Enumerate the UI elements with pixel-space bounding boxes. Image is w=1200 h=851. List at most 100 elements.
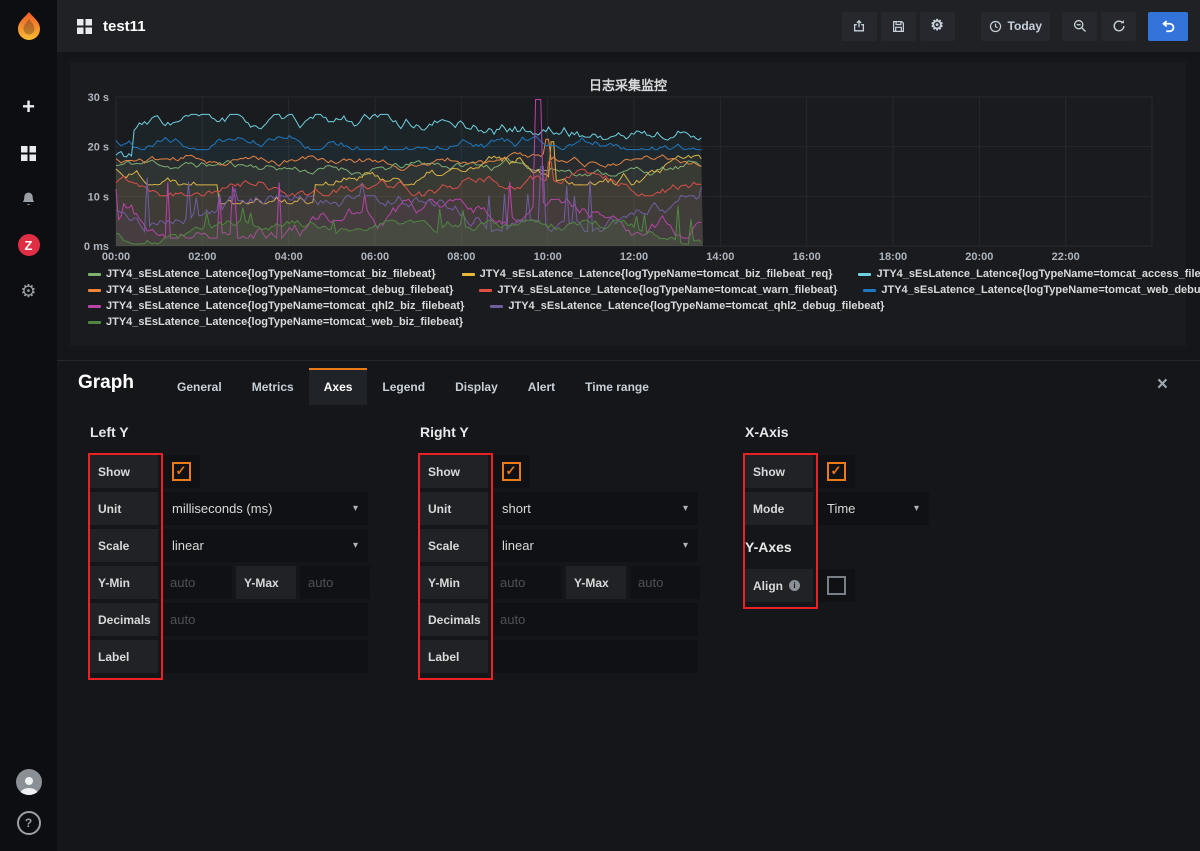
left-y-scale-select[interactable]: linear ▾ (162, 529, 368, 562)
right-y-scale-select[interactable]: linear ▾ (492, 529, 698, 562)
y-axes-align-checkbox[interactable] (817, 569, 855, 602)
time-range-label: Today (1007, 19, 1042, 33)
legend-label: JTY4_sEsLatence_Latence{logTypeName=tomc… (508, 300, 885, 312)
x-tick-label: 08:00 (447, 251, 475, 263)
left-y-decimals-label: Decimals (90, 603, 158, 636)
legend-item[interactable]: JTY4_sEsLatence_Latence{logTypeName=tomc… (88, 316, 463, 328)
checkbox-checked-icon: ✓ (171, 462, 191, 481)
back-arrow-icon (1162, 20, 1175, 33)
zabbix-app-icon[interactable]: Z (17, 234, 40, 256)
right-y-label-input[interactable] (492, 640, 698, 673)
legend-item[interactable]: JTY4_sEsLatence_Latence{logTypeName=tomc… (490, 300, 884, 312)
save-button[interactable] (880, 11, 916, 41)
settings-button[interactable]: ⚙ (919, 11, 955, 41)
refresh-button[interactable] (1101, 11, 1136, 41)
chevron-down-icon: ▾ (352, 503, 358, 514)
right-y-heading: Right Y (420, 424, 469, 440)
legend-color-dash (88, 272, 101, 276)
x-tick-label: 06:00 (361, 251, 389, 263)
legend-label: JTY4_sEsLatence_Latence{logTypeName=tomc… (881, 284, 1200, 296)
tab-time-range[interactable]: Time range (570, 368, 664, 405)
time-picker-button[interactable]: Today (980, 11, 1050, 41)
y-tick-label: 10 s (88, 191, 109, 203)
create-plus-icon[interactable]: + (18, 96, 40, 118)
legend-color-dash (461, 272, 475, 276)
tab-alert[interactable]: Alert (513, 368, 570, 405)
left-y-decimals-input[interactable] (162, 603, 368, 636)
legend-label: JTY4_sEsLatence_Latence{logTypeName=tomc… (497, 284, 838, 296)
left-y-label-label: Label (90, 640, 158, 673)
x-axis-mode-select[interactable]: Time ▾ (817, 492, 929, 525)
left-y-label-input[interactable] (162, 640, 368, 673)
top-navbar: test11 ⚙ Today (57, 0, 1200, 52)
tab-display[interactable]: Display (440, 368, 513, 405)
zoom-out-button[interactable] (1062, 11, 1097, 41)
left-y-unit-select[interactable]: milliseconds (ms) ▾ (162, 492, 368, 525)
legend-color-dash (863, 288, 877, 292)
right-y-show-checkbox[interactable]: ✓ (492, 455, 530, 488)
left-y-min-input[interactable] (162, 566, 232, 599)
legend-color-dash (88, 320, 101, 324)
left-y-unit-value: milliseconds (ms) (172, 501, 273, 516)
legend-color-dash (858, 272, 872, 276)
x-axis-show-checkbox[interactable]: ✓ (817, 455, 855, 488)
legend-color-dash (88, 288, 101, 292)
dashboard-title[interactable]: test11 (103, 18, 146, 35)
info-icon[interactable]: i (789, 580, 800, 591)
dashboards-icon[interactable] (18, 142, 40, 164)
timeseries-chart[interactable]: 00:00 02:00 04:00 06:00 08:00 10:00 12:00 14:00… (70, 92, 1182, 264)
legend-label: JTY4_sEsLatence_Latence{logTypeName=tomc… (479, 268, 833, 280)
x-tick-label: 16:00 (793, 251, 821, 263)
legend-item[interactable]: JTY4_sEsLatence_Latence{logTypeName=tomc… (479, 284, 837, 296)
legend-item[interactable]: JTY4_sEsLatence_Latence{logTypeName=tomc… (858, 268, 1200, 280)
close-editor-icon[interactable]: × (1157, 375, 1168, 394)
user-avatar[interactable] (15, 769, 42, 795)
help-icon[interactable]: ? (16, 811, 41, 835)
y-tick-label: 0 ms (84, 241, 109, 253)
legend-label: JTY4_sEsLatence_Latence{logTypeName=tomc… (106, 268, 436, 280)
right-y-unit-label: Unit (420, 492, 488, 525)
back-to-dashboard-button[interactable] (1148, 11, 1188, 41)
alerting-bell-icon[interactable] (18, 188, 40, 210)
legend-item[interactable]: JTY4_sEsLatence_Latence{logTypeName=tomc… (863, 284, 1200, 296)
right-y-max-input[interactable] (630, 566, 700, 599)
left-y-min-label: Y-Min (90, 566, 158, 599)
dashboard-grid-icon[interactable] (77, 18, 92, 34)
grafana-logo[interactable] (0, 0, 57, 52)
tab-metrics[interactable]: Metrics (237, 368, 309, 405)
left-y-show-checkbox[interactable]: ✓ (162, 455, 200, 488)
refresh-icon (1113, 20, 1125, 32)
chevron-down-icon: ▾ (352, 540, 358, 551)
legend-item[interactable]: JTY4_sEsLatence_Latence{logTypeName=tomc… (461, 268, 833, 280)
legend-item[interactable]: JTY4_sEsLatence_Latence{logTypeName=tomc… (88, 284, 453, 296)
legend-item[interactable]: JTY4_sEsLatence_Latence{logTypeName=tomc… (88, 300, 464, 312)
person-icon (19, 777, 38, 795)
legend-label: JTY4_sEsLatence_Latence{logTypeName=tomc… (876, 268, 1200, 280)
side-menu: + Z ⚙ ? (0, 0, 57, 851)
left-y-max-input[interactable] (300, 566, 370, 599)
tab-legend[interactable]: Legend (367, 368, 440, 405)
chevron-down-icon: ▾ (682, 540, 688, 551)
right-y-max-label: Y-Max (566, 566, 626, 599)
configuration-gear-icon[interactable]: ⚙ (18, 280, 40, 302)
right-y-unit-select[interactable]: short ▾ (492, 492, 698, 525)
chevron-down-icon: ▾ (682, 503, 688, 514)
checkbox-checked-icon: ✓ (826, 462, 846, 481)
share-button[interactable] (841, 11, 877, 41)
clock-icon (989, 20, 1001, 32)
legend-item[interactable]: JTY4_sEsLatence_Latence{logTypeName=tomc… (88, 268, 436, 280)
left-y-unit-label: Unit (90, 492, 158, 525)
checkbox-checked-icon: ✓ (501, 462, 521, 481)
x-axis-mode-label: Mode (745, 492, 813, 525)
x-tick-label: 18:00 (879, 251, 907, 263)
chart-legend: JTY4_sEsLatence_Latence{logTypeName=tomc… (88, 268, 1200, 332)
right-y-decimals-input[interactable] (492, 603, 698, 636)
tab-general[interactable]: General (162, 368, 237, 405)
x-axis-mode-value: Time (827, 501, 856, 516)
right-y-min-input[interactable] (492, 566, 562, 599)
x-axis-show-label: Show (745, 455, 813, 488)
zoom-out-icon (1073, 19, 1086, 32)
x-tick-label: 10:00 (534, 251, 562, 263)
tab-axes[interactable]: Axes (308, 368, 368, 405)
x-tick-label: 22:00 (1052, 251, 1080, 263)
